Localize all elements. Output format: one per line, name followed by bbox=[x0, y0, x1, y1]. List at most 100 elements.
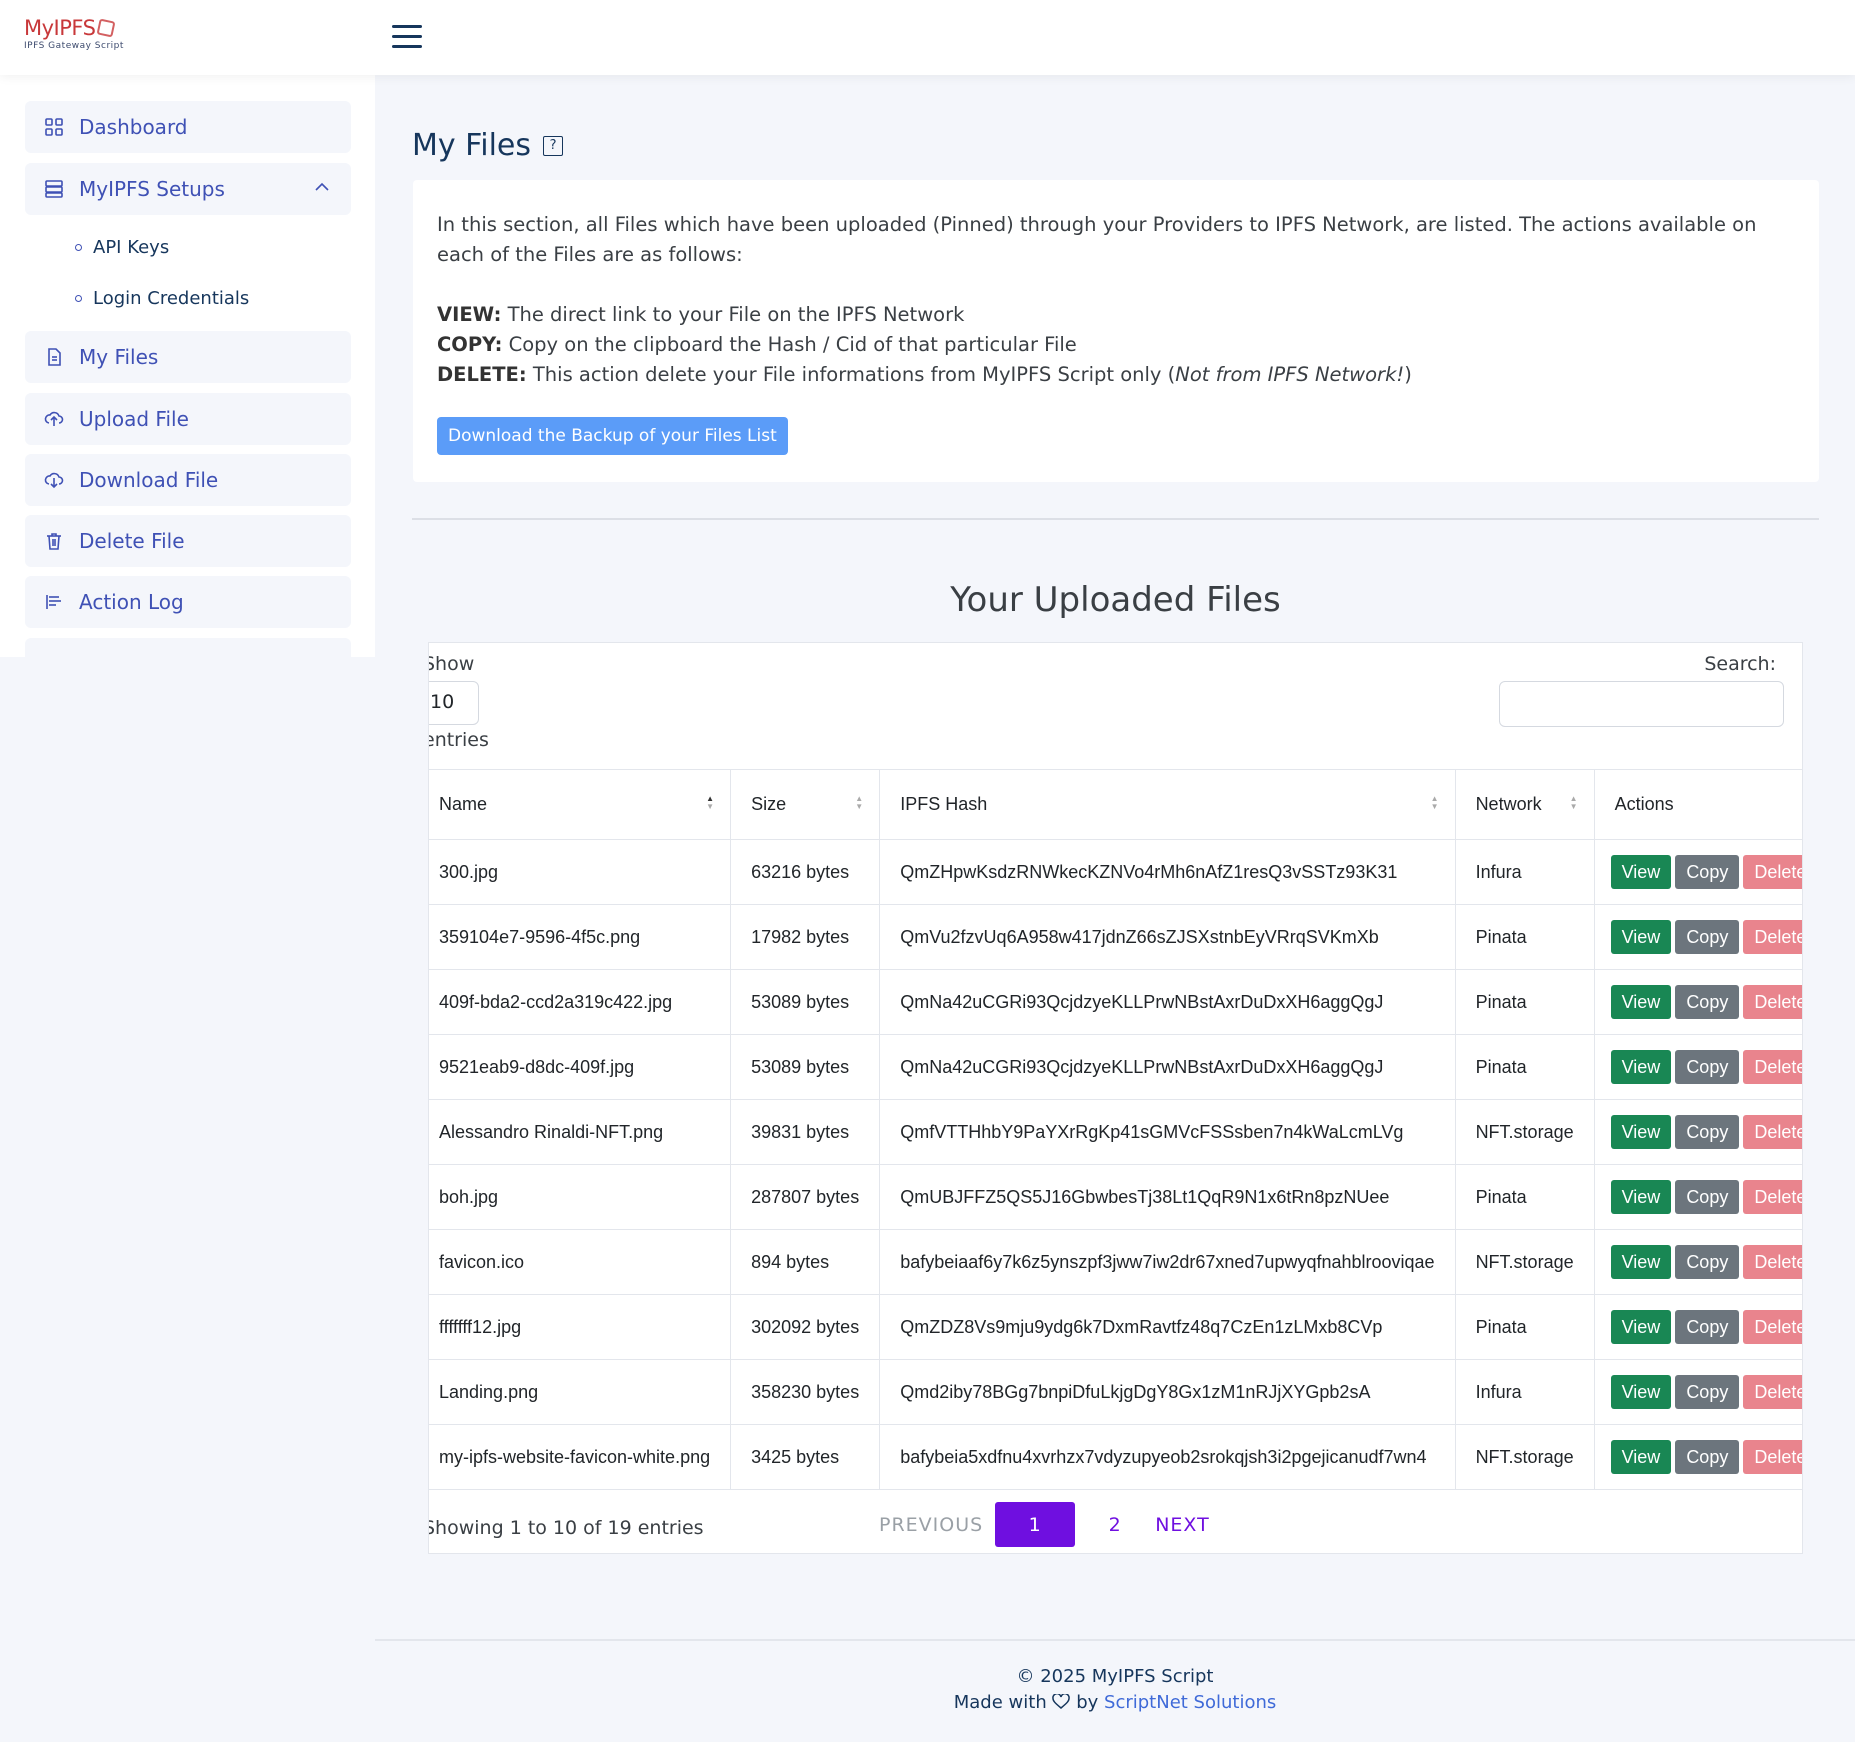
cell-name: Alessandro Rinaldi-NFT.png bbox=[429, 1099, 732, 1165]
sidebar-item-label: Download File bbox=[79, 468, 219, 492]
trash-icon bbox=[43, 530, 65, 552]
sidebar-item-dashboard[interactable]: Dashboard bbox=[25, 101, 351, 153]
sidebar-subitem-label: Login Credentials bbox=[93, 288, 250, 309]
download-backup-button[interactable]: Download the Backup of your Files List bbox=[437, 417, 788, 455]
bullet-icon bbox=[75, 244, 82, 251]
copy-button[interactable]: Copy bbox=[1675, 920, 1740, 954]
column-header-actions: Actions bbox=[1594, 769, 1802, 840]
cell-actions: View Copy Delete bbox=[1594, 1099, 1802, 1165]
sort-icon: ▲ ▼ bbox=[706, 794, 715, 811]
sidebar: Dashboard MyIPFS Setups API Keys Login C… bbox=[0, 75, 375, 657]
footer-company-link[interactable]: ScriptNet Solutions bbox=[1104, 1692, 1276, 1713]
footer-by: by bbox=[1076, 1692, 1099, 1713]
cell-name: 9521eab9-d8dc-409f.jpg bbox=[429, 1034, 732, 1100]
cell-ipfs-hash: bafybeia5xdfnu4xvrhzx7vdyzupyeob2srokqjs… bbox=[879, 1424, 1456, 1490]
column-header-size[interactable]: Size ▲ ▼ bbox=[730, 769, 881, 840]
files-table-card: Show 10 entries Search: Name ▲ ▼ Size ▲ ▼ IP… bbox=[428, 642, 1803, 1554]
sidebar-subitem-api-keys[interactable]: API Keys bbox=[75, 237, 169, 258]
footer-copyright: © 2025 MyIPFS Script bbox=[1016, 1666, 1214, 1687]
copy-button[interactable]: Copy bbox=[1675, 1440, 1740, 1474]
sidebar-item-download-file[interactable]: Download File bbox=[25, 454, 351, 506]
view-button[interactable]: View bbox=[1610, 1115, 1672, 1149]
cell-actions: View Copy Delete bbox=[1594, 969, 1802, 1035]
table-row: 300.jpg 63216 bytes QmZHpwKsdzRNWkecKZNVo4… bbox=[429, 839, 1802, 905]
sidebar-item-myipfs-setups[interactable]: MyIPFS Setups bbox=[25, 163, 351, 215]
sidebar-subitem-login-credentials[interactable]: Login Credentials bbox=[75, 288, 249, 309]
view-button[interactable]: View bbox=[1610, 1180, 1672, 1214]
cell-actions: View Copy Delete bbox=[1594, 1034, 1802, 1100]
cell-size: 53089 bytes bbox=[730, 969, 881, 1035]
delete-button[interactable]: Delete bbox=[1743, 1115, 1802, 1149]
footer-divider bbox=[375, 1639, 1855, 1641]
heart-icon bbox=[1052, 1694, 1071, 1709]
cell-network: Pinata bbox=[1455, 969, 1595, 1035]
view-button[interactable]: View bbox=[1610, 1310, 1672, 1344]
sort-icon: ▲ ▼ bbox=[1430, 794, 1439, 811]
cell-name: 409f-bda2-ccd2a319c422.jpg bbox=[429, 969, 732, 1035]
delete-button[interactable]: Delete bbox=[1743, 1245, 1802, 1279]
delete-button[interactable]: Delete bbox=[1743, 1050, 1802, 1084]
view-button[interactable]: View bbox=[1610, 985, 1672, 1019]
logo[interactable]: MyIPFS IPFS Gateway Script bbox=[24, 16, 124, 51]
column-header-network[interactable]: Network ▲ ▼ bbox=[1455, 769, 1595, 840]
view-button[interactable]: View bbox=[1610, 1050, 1672, 1084]
copy-button[interactable]: Copy bbox=[1675, 985, 1740, 1019]
copy-button[interactable]: Copy bbox=[1675, 1050, 1740, 1084]
pagination-previous[interactable]: PREVIOUS bbox=[879, 1514, 983, 1536]
table-row: boh.jpg 287807 bytes QmUBJFFZ5QS5J16Gbwbes… bbox=[429, 1164, 1802, 1230]
sidebar-item-label: Action Log bbox=[79, 590, 184, 614]
pagination-page-2[interactable]: 2 bbox=[1075, 1502, 1155, 1547]
hamburger-menu-icon[interactable] bbox=[392, 25, 422, 49]
entries-label: entries bbox=[428, 729, 489, 751]
cell-network: Infura bbox=[1455, 839, 1595, 905]
delete-button[interactable]: Delete bbox=[1743, 1310, 1802, 1344]
action-description-copy: COPY: Copy on the clipboard the Hash / C… bbox=[437, 333, 1077, 356]
action-description-view: VIEW: The direct link to your File on th… bbox=[437, 303, 965, 326]
column-header-name[interactable]: Name ▲ ▼ bbox=[429, 769, 732, 840]
copy-button[interactable]: Copy bbox=[1675, 1375, 1740, 1409]
table-row: favicon.ico 894 bytes bafybeiaaf6y7k6z5yns… bbox=[429, 1229, 1802, 1295]
delete-button[interactable]: Delete bbox=[1743, 1180, 1802, 1214]
view-button[interactable]: View bbox=[1610, 1375, 1672, 1409]
cell-size: 63216 bytes bbox=[730, 839, 881, 905]
cell-actions: View Copy Delete bbox=[1594, 1294, 1802, 1360]
delete-button[interactable]: Delete bbox=[1743, 920, 1802, 954]
sidebar-item-my-files[interactable]: My Files bbox=[25, 331, 351, 383]
delete-button[interactable]: Delete bbox=[1743, 1440, 1802, 1474]
sidebar-item-action-log[interactable]: Action Log bbox=[25, 576, 351, 628]
pagination-page-1[interactable]: 1 bbox=[995, 1502, 1076, 1547]
delete-button[interactable]: Delete bbox=[1743, 985, 1802, 1019]
copy-button[interactable]: Copy bbox=[1675, 855, 1740, 889]
sidebar-item-delete-file[interactable]: Delete File bbox=[25, 515, 351, 567]
sidebar-item-upload-file[interactable]: Upload File bbox=[25, 393, 351, 445]
cell-size: 17982 bytes bbox=[730, 904, 881, 970]
copy-button[interactable]: Copy bbox=[1675, 1180, 1740, 1214]
server-icon bbox=[43, 178, 65, 200]
view-button[interactable]: View bbox=[1610, 1245, 1672, 1279]
entries-per-page-select[interactable]: 10 bbox=[429, 681, 479, 725]
sidebar-item-more[interactable] bbox=[25, 638, 351, 657]
sidebar-item-label: Upload File bbox=[79, 407, 189, 431]
cell-name: boh.jpg bbox=[429, 1164, 732, 1230]
delete-button[interactable]: Delete bbox=[1743, 1375, 1802, 1409]
column-header-ipfs-hash[interactable]: IPFS Hash ▲ ▼ bbox=[879, 769, 1456, 840]
search-input[interactable] bbox=[1499, 681, 1784, 727]
copy-button[interactable]: Copy bbox=[1675, 1310, 1740, 1344]
copy-button[interactable]: Copy bbox=[1675, 1245, 1740, 1279]
view-button[interactable]: View bbox=[1610, 920, 1672, 954]
help-icon[interactable]: ? bbox=[543, 135, 564, 156]
table-row: my-ipfs-website-favicon-white.png 3425 by… bbox=[429, 1424, 1802, 1490]
cell-name: Landing.png bbox=[429, 1359, 732, 1425]
sort-icon: ▲ ▼ bbox=[1569, 794, 1578, 811]
chevron-up-icon[interactable] bbox=[315, 180, 329, 194]
view-button[interactable]: View bbox=[1610, 855, 1672, 889]
cell-name: my-ipfs-website-favicon-white.png bbox=[429, 1424, 732, 1490]
copy-button[interactable]: Copy bbox=[1675, 1115, 1740, 1149]
view-button[interactable]: View bbox=[1610, 1440, 1672, 1474]
cell-network: NFT.storage bbox=[1455, 1229, 1595, 1295]
cell-ipfs-hash: QmfVTTHhbY9PaYXrRgKp41sGMVcFSSsben7n4kWa… bbox=[879, 1099, 1456, 1165]
pagination-next[interactable]: NEXT bbox=[1155, 1514, 1210, 1536]
delete-button[interactable]: Delete bbox=[1743, 855, 1802, 889]
pagination: PREVIOUS 1 2 NEXT bbox=[879, 1502, 1210, 1547]
table-row: fffffff12.jpg 302092 bytes QmZDZ8Vs9mju9yd… bbox=[429, 1294, 1802, 1360]
